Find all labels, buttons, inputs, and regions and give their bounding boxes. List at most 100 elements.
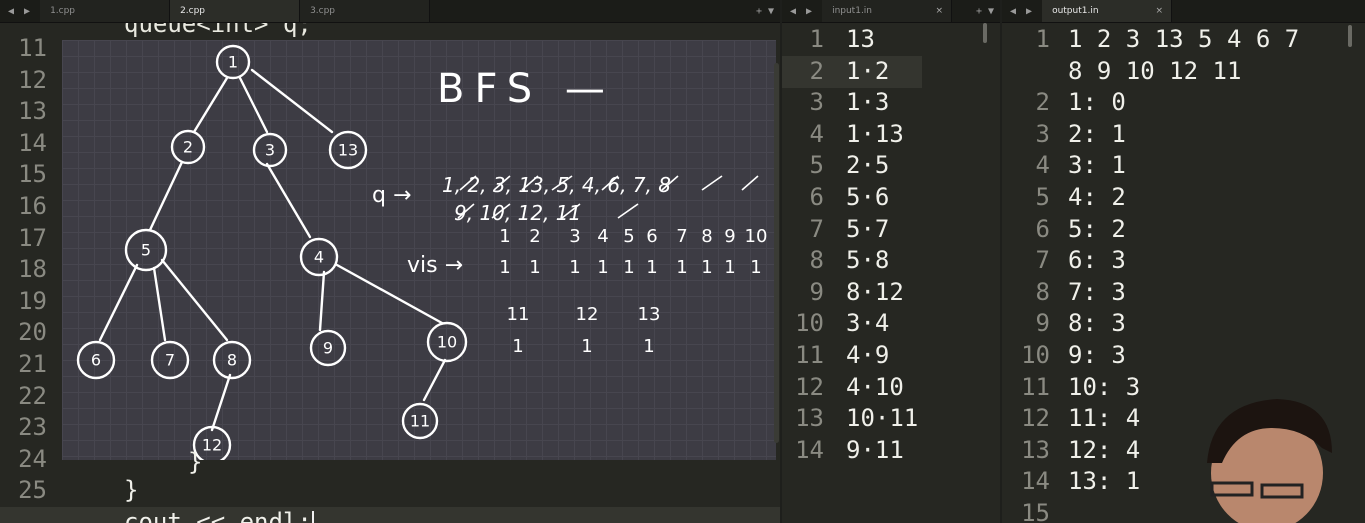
line-number: 7 (809, 214, 824, 243)
line-number: 19 (18, 286, 47, 315)
output-line: 12: 4 (1068, 435, 1141, 464)
vertical-scrollbar[interactable] (774, 63, 779, 443)
line-number: 25 (18, 476, 47, 505)
vertical-scrollbar[interactable] (1348, 25, 1352, 47)
editor-tabbar: ◀ ▶ 1.cpp 2.cpp 3.cpp + ▼ (0, 0, 780, 23)
output-tabbar: ◀ ▶ output1.in × (1002, 0, 1365, 23)
output-line: 7: 3 (1068, 277, 1126, 306)
input-line: 10·11 (846, 404, 919, 433)
vis-value: 1 (646, 257, 657, 278)
line-number: 6 (1035, 214, 1050, 243)
line-number: 1 (1035, 25, 1050, 53)
line-number: 23 (18, 413, 47, 442)
output-line: 8: 3 (1068, 309, 1126, 338)
close-icon[interactable]: × (936, 0, 944, 22)
line-number: 12 (1021, 404, 1050, 433)
tab-label: 2.cpp (180, 6, 206, 16)
vis-value: 1 (643, 336, 654, 357)
output-line: 1 2 3 13 5 4 6 7 (1068, 25, 1300, 53)
input-line: 5·6 (846, 183, 890, 211)
output-editor[interactable]: 1 2 3 4 5 6 7 8 9 10 11 12 13 14 15 1 2 3 13 5 4 6 78 … (1002, 23, 1365, 523)
node-7: 7 (165, 351, 175, 370)
tab-3cpp[interactable]: 3.cpp (300, 0, 431, 22)
node-2: 2 (183, 138, 193, 157)
close-icon[interactable]: × (1156, 0, 1164, 22)
node-5: 5 (141, 241, 151, 260)
vis-value: 1 (499, 257, 510, 278)
vis-value: 1 (512, 336, 523, 357)
tab-output1[interactable]: output1.in × (1042, 0, 1173, 22)
vis-value: 1 (581, 336, 592, 357)
vis-index: 5 (623, 226, 634, 247)
tab-nav-arrows[interactable]: ◀ ▶ (782, 6, 822, 17)
input-editor[interactable]: 1 2 3 4 5 6 7 8 9 10 11 12 13 14 13 1·2 1·3 1·13 2·5 5·6 5·… (782, 23, 1000, 523)
line-number: 21 (18, 350, 47, 378)
input-line: 2·5 (846, 151, 890, 180)
code-line-26: cout << endl; (124, 507, 314, 523)
tab-label: 3.cpp (310, 6, 336, 16)
output-line: 13: 1 (1068, 467, 1141, 496)
input-line: 1·3 (846, 88, 890, 117)
code-editor[interactable]: queue<int> q; 11 12 13 14 15 16 17 18 19 20 21 22 23… (0, 23, 780, 523)
vis-value: 1 (676, 257, 687, 278)
node-1: 1 (228, 53, 238, 72)
queue-label: q → (372, 183, 411, 208)
line-number: 3 (809, 88, 824, 117)
line-gutter: 1 2 3 4 5 6 7 8 9 10 11 12 13 14 15 (1002, 23, 1058, 523)
output-line: 6: 3 (1068, 246, 1126, 275)
output-line: 11: 4 (1068, 404, 1141, 433)
line-number: 5 (1035, 183, 1050, 211)
line-number: 24 (18, 444, 47, 473)
line-number: 12 (18, 65, 47, 94)
tab-controls[interactable]: + ▼ (756, 6, 774, 17)
line-number: 20 (18, 318, 47, 347)
vis-index: 1 (499, 226, 510, 247)
tab-controls[interactable]: + ▼ (976, 6, 994, 17)
line-number: 18 (18, 255, 47, 284)
vis-index: 7 (676, 226, 687, 247)
line-number: 7 (1035, 246, 1050, 275)
line-number: 17 (18, 223, 47, 252)
tab-label: input1.in (832, 6, 873, 16)
input-line: 5·7 (846, 214, 890, 243)
vis-index: 6 (646, 226, 657, 247)
input-line: 1·13 (846, 119, 904, 148)
line-gutter: 1 2 3 4 5 6 7 8 9 10 11 12 13 14 (782, 23, 832, 523)
vis-index: 3 (569, 226, 580, 247)
vis-index: 10 (745, 226, 768, 247)
node-3: 3 (265, 141, 275, 160)
vertical-scrollbar[interactable] (983, 23, 987, 43)
tab-1cpp[interactable]: 1.cpp (40, 0, 171, 22)
tab-nav-arrows[interactable]: ◀ ▶ (0, 6, 40, 17)
vis-index: 4 (597, 226, 608, 247)
tab-input1[interactable]: input1.in × (822, 0, 953, 22)
output-line: 5: 2 (1068, 214, 1126, 243)
output-line: 3: 1 (1068, 151, 1126, 180)
vis-index: 2 (529, 226, 540, 247)
line-number: 2 (1035, 88, 1050, 117)
code-text: cout << endl; (124, 508, 312, 523)
line-number: 8 (809, 246, 824, 275)
line-number: 13 (1021, 435, 1050, 464)
line-number: 16 (18, 192, 47, 220)
vis-index: 11 (507, 304, 530, 325)
output-line: 1: 0 (1068, 88, 1126, 117)
vis-value: 1 (529, 257, 540, 278)
node-10: 10 (437, 333, 457, 352)
input-line: 4·10 (846, 372, 904, 401)
line-number: 11 (795, 341, 824, 369)
output-line: 10: 3 (1068, 372, 1141, 401)
line-number: 5 (809, 151, 824, 180)
tab-label: output1.in (1052, 6, 1099, 16)
vis-label: vis → (407, 253, 463, 278)
node-9: 9 (323, 339, 333, 358)
node-11: 11 (410, 412, 430, 431)
vis-index: 8 (701, 226, 712, 247)
line-number: 22 (18, 381, 47, 410)
tab-nav-arrows[interactable]: ◀ ▶ (1002, 6, 1042, 17)
tab-2cpp[interactable]: 2.cpp (170, 0, 301, 22)
node-12: 12 (202, 436, 222, 455)
line-number: 10 (795, 309, 824, 338)
vis-index: 12 (576, 304, 599, 325)
line-number: 10 (1021, 341, 1050, 369)
